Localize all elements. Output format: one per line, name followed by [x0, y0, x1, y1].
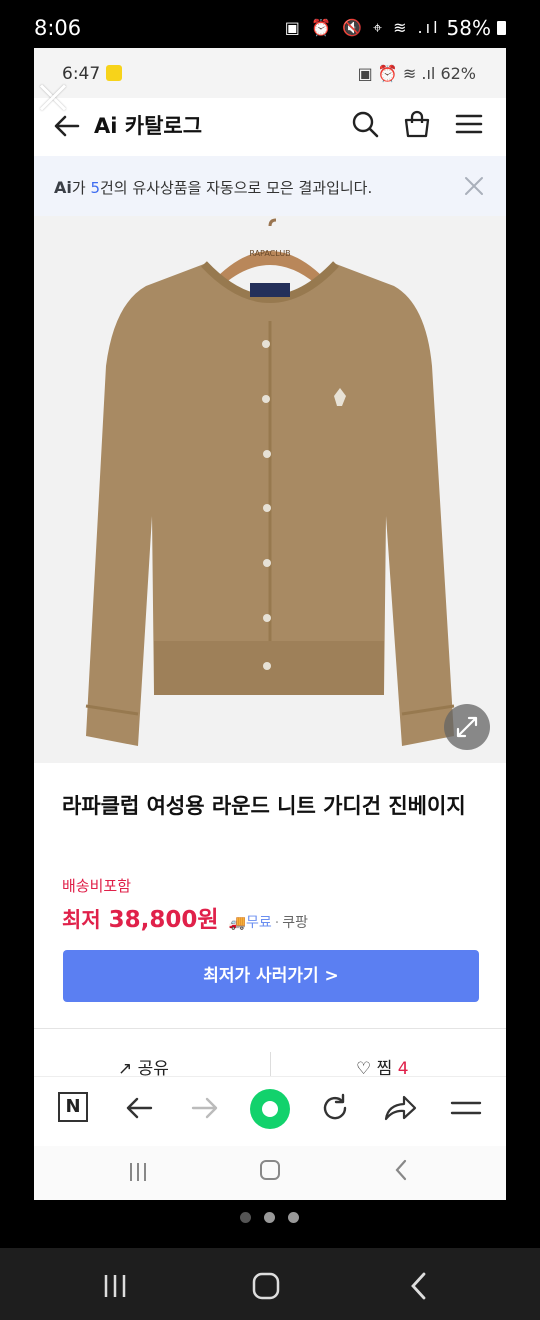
- divider: [34, 1028, 506, 1029]
- page-indicator: [240, 1212, 304, 1226]
- page-title: Ai 카탈로그: [94, 114, 203, 138]
- search-icon[interactable]: [350, 109, 380, 139]
- share-icon: ↗: [118, 1059, 133, 1076]
- app-header: Ai 카탈로그: [34, 98, 506, 156]
- buy-lowest-price-button[interactable]: 최저가 사러가기 >: [63, 950, 479, 1002]
- share-label: 공유: [137, 1059, 169, 1076]
- product-title: 라파클럽 여성용 라운드 니트 가디건 진베이지: [62, 794, 466, 818]
- inner-status-bar: 6:47 ▣ ⏰ ≋ .ıl 62%: [34, 48, 506, 98]
- lowest-price-label: 최저: [62, 908, 101, 932]
- outer-android-navbar: [0, 1248, 540, 1320]
- separator-dot: ·: [274, 915, 280, 931]
- like-button[interactable]: ♡ 찜 4: [356, 1054, 409, 1076]
- page-dot: [240, 1212, 251, 1223]
- outer-status-icons: ▣ ⏰ 🔇 ⌖ ≋ .ıl 58%: [285, 16, 506, 40]
- ai-logo: Ai: [54, 178, 72, 197]
- browser-back-icon[interactable]: [122, 1091, 156, 1125]
- shopping-bag-icon[interactable]: [402, 109, 432, 139]
- back-icon[interactable]: [404, 1270, 434, 1302]
- outer-battery-text: 58%: [446, 16, 491, 40]
- inner-status-icons: ▣ ⏰ ≋ .ıl 62%: [358, 64, 476, 83]
- inner-battery-text: 62%: [440, 64, 476, 83]
- back-arrow-icon[interactable]: [52, 111, 82, 141]
- similar-count: 5: [90, 179, 100, 197]
- page-dot-active: [264, 1212, 275, 1223]
- kakao-notification-icon: [106, 65, 122, 81]
- ai-notice-banner: Ai가 5건의 유사상품을 자동으로 모은 결과입니다.: [34, 156, 506, 216]
- lowest-price: 38,800원: [108, 907, 219, 933]
- screenshot-preview: 6:47 ▣ ⏰ ≋ .ıl 62% Ai 카탈로그 Ai가 5건의 유사상품을…: [34, 48, 506, 1200]
- close-preview-icon[interactable]: [38, 82, 68, 112]
- reload-icon[interactable]: [318, 1091, 352, 1125]
- cardigan-illustration: RAPACLUB: [85, 218, 455, 746]
- recent-apps-icon[interactable]: [100, 1272, 130, 1300]
- like-label: 찜: [376, 1059, 393, 1076]
- menu-icon[interactable]: [454, 109, 484, 139]
- free-shipping-label: 무료: [246, 915, 272, 931]
- heart-icon: ♡: [356, 1059, 372, 1076]
- browser-menu-icon[interactable]: [448, 1091, 484, 1125]
- price-row: 최저 38,800원 🚚 무료 · 쿠팡: [62, 900, 308, 934]
- outer-clock: 8:06: [34, 16, 82, 40]
- inner-android-navbar: [34, 1146, 506, 1200]
- back-icon[interactable]: [390, 1158, 414, 1182]
- shipping-included-note: 배송비포함: [62, 877, 132, 895]
- hanger-brand-text: RAPACLUB: [249, 249, 290, 258]
- like-count: 4: [397, 1059, 409, 1076]
- truck-icon: 🚚: [228, 915, 246, 931]
- share-arrow-icon[interactable]: [382, 1091, 418, 1125]
- home-icon[interactable]: [258, 1158, 282, 1182]
- page-dot: [288, 1212, 299, 1223]
- browser-forward-icon[interactable]: [188, 1091, 222, 1125]
- banner-prefix: 가: [71, 179, 91, 197]
- battery-icon: [497, 21, 506, 35]
- browser-toolbar: N: [34, 1076, 506, 1147]
- status-icons: ▣ ⏰ 🔇 ⌖ ≋ .ıl: [284, 18, 441, 37]
- home-icon[interactable]: [250, 1270, 282, 1302]
- product-image[interactable]: RAPACLUB: [34, 216, 506, 763]
- action-divider: [270, 1052, 271, 1076]
- naver-n-button[interactable]: N: [58, 1092, 88, 1122]
- banner-text: Ai가 5건의 유사상품을 자동으로 모은 결과입니다.: [54, 177, 372, 198]
- expand-icon[interactable]: [444, 704, 490, 750]
- inner-clock: 6:47: [62, 64, 101, 84]
- share-button[interactable]: ↗ 공유: [118, 1054, 169, 1076]
- inner-icons: ▣ ⏰ ≋ .ıl: [357, 64, 436, 83]
- close-icon[interactable]: [462, 174, 486, 198]
- naver-home-button[interactable]: [250, 1089, 290, 1129]
- recent-apps-icon[interactable]: [126, 1160, 150, 1184]
- store-name: 쿠팡: [282, 915, 308, 931]
- banner-suffix: 건의 유사상품을 자동으로 모은 결과입니다.: [100, 179, 373, 197]
- action-row: ↗ 공유 ♡ 찜 4: [34, 1050, 506, 1076]
